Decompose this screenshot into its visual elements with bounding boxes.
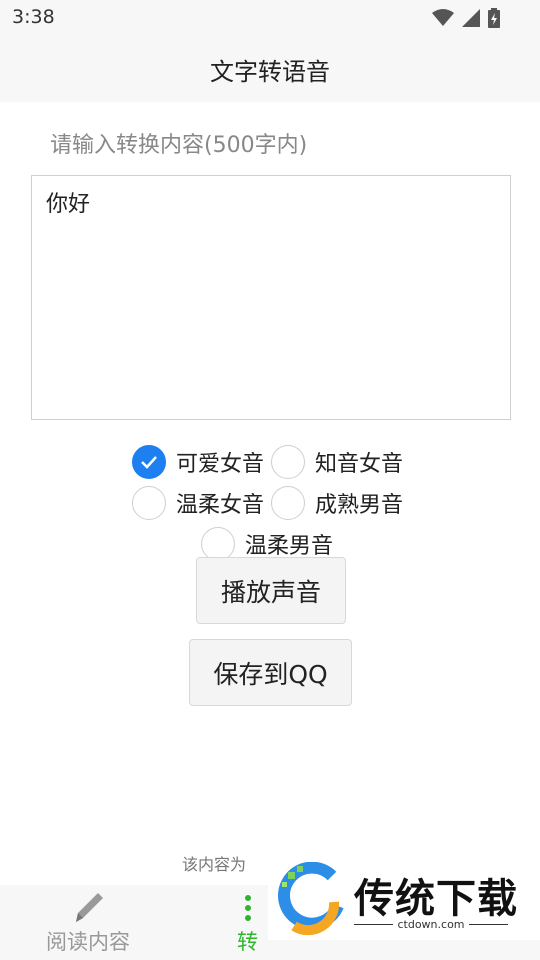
voice-option-cute-female[interactable]: 可爱女音 — [132, 445, 264, 479]
brand-logo-icon — [278, 862, 344, 936]
pencil-icon — [76, 893, 103, 922]
nav-item-read-content[interactable]: 阅读内容 — [46, 888, 130, 956]
menu-dots-icon — [244, 895, 251, 921]
radio-checked-icon — [132, 445, 166, 479]
watermark-brand: 传统下载 — [354, 876, 518, 922]
voice-option-gentle-male[interactable]: 温柔男音 — [201, 527, 333, 561]
voice-option-label: 知音女音 — [315, 452, 404, 477]
cell-signal-icon — [462, 9, 480, 27]
watermark-site-text: ctdown.com — [397, 918, 465, 931]
status-time: 3:38 — [12, 6, 55, 28]
voice-option-label: 可爱女音 — [176, 452, 265, 477]
radio-unchecked-icon — [271, 445, 305, 479]
save-to-qq-button[interactable]: 保存到QQ — [189, 639, 352, 706]
radio-unchecked-icon — [201, 527, 235, 561]
voice-option-label: 温柔女音 — [176, 493, 265, 518]
radio-unchecked-icon — [132, 486, 166, 520]
play-sound-button[interactable]: 播放声音 — [196, 557, 346, 624]
wifi-icon — [432, 9, 454, 26]
watermark-logo: 传统下载 ctdown.com — [268, 860, 540, 940]
app-bar: 文字转语音 — [0, 36, 540, 102]
voice-option-label: 成熟男音 — [315, 493, 404, 518]
input-label: 请输入转换内容(500字内) — [50, 133, 308, 158]
voice-option-label: 温柔男音 — [245, 534, 334, 559]
voice-option-mature-male[interactable]: 成熟男音 — [271, 486, 403, 520]
status-bar: 3:38 — [0, 0, 540, 36]
voice-option-zhiyin-female[interactable]: 知音女音 — [271, 445, 403, 479]
text-input-value: 你好 — [46, 192, 91, 217]
nav-item-convert[interactable]: 转 — [237, 888, 258, 956]
watermark-site: ctdown.com — [354, 918, 508, 931]
checkmark-icon — [141, 456, 157, 469]
footer-note: 该内容为 — [182, 855, 247, 874]
nav-label: 阅读内容 — [46, 930, 130, 954]
battery-icon — [488, 8, 500, 28]
status-icons — [432, 8, 500, 28]
text-input-area[interactable]: 你好 — [31, 175, 511, 420]
radio-unchecked-icon — [271, 486, 305, 520]
voice-option-gentle-female[interactable]: 温柔女音 — [132, 486, 264, 520]
nav-label: 转 — [237, 930, 258, 954]
page-title: 文字转语音 — [210, 58, 330, 86]
